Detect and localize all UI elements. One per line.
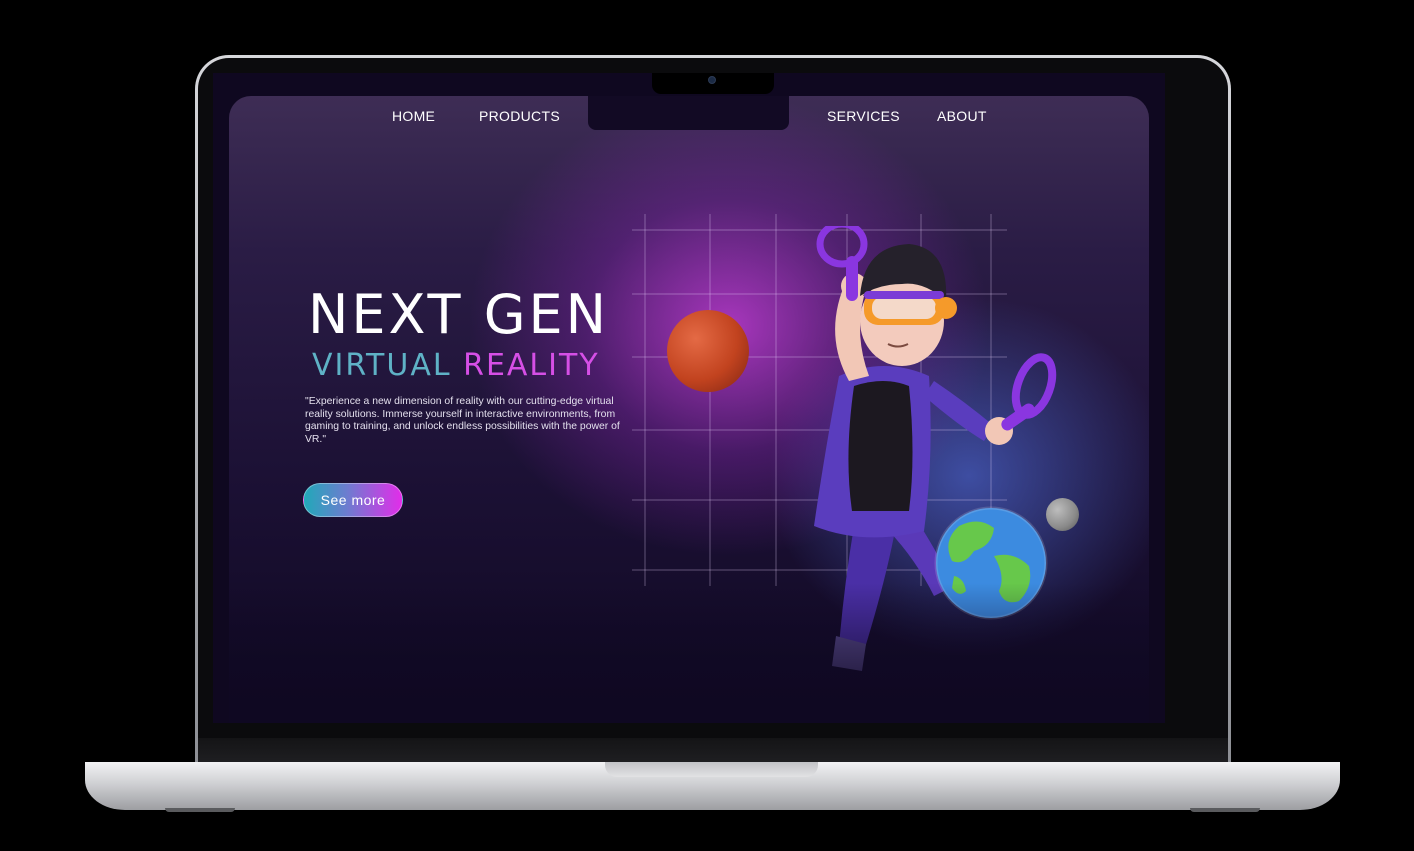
laptop-screen: HOME PRODUCTS SERVICES ABOUT NEXT GEN VI…	[213, 73, 1165, 723]
laptop-foot-right	[1190, 808, 1260, 812]
nav-home-link[interactable]: HOME	[392, 108, 435, 124]
hero-headline: NEXT GEN	[308, 283, 610, 346]
earth-globe-icon	[934, 506, 1048, 620]
trackpad-notch	[605, 762, 818, 777]
camera-icon	[708, 76, 716, 84]
asteroid-icon	[1046, 498, 1079, 531]
website-hero-section: HOME PRODUCTS SERVICES ABOUT NEXT GEN VI…	[229, 96, 1149, 723]
camera-notch	[652, 73, 774, 94]
hero-subline-virtual: VIRTUAL	[312, 348, 452, 383]
laptop-hinge	[198, 738, 1228, 764]
hero-subline-reality: REALITY	[463, 348, 600, 383]
red-planet-icon	[667, 310, 749, 392]
navbar-notch	[588, 96, 789, 130]
nav-services-link[interactable]: SERVICES	[827, 108, 900, 124]
hero-description: "Experience a new dimension of reality w…	[305, 396, 620, 446]
nav-about-link[interactable]: ABOUT	[937, 108, 987, 124]
laptop-base	[85, 762, 1340, 810]
hero-subline: VIRTUAL REALITY	[312, 348, 600, 383]
vr-character-illustration	[814, 226, 1057, 671]
nav-products-link[interactable]: PRODUCTS	[479, 108, 560, 124]
laptop-foot-left	[165, 808, 235, 812]
see-more-button[interactable]: See more	[303, 483, 403, 517]
